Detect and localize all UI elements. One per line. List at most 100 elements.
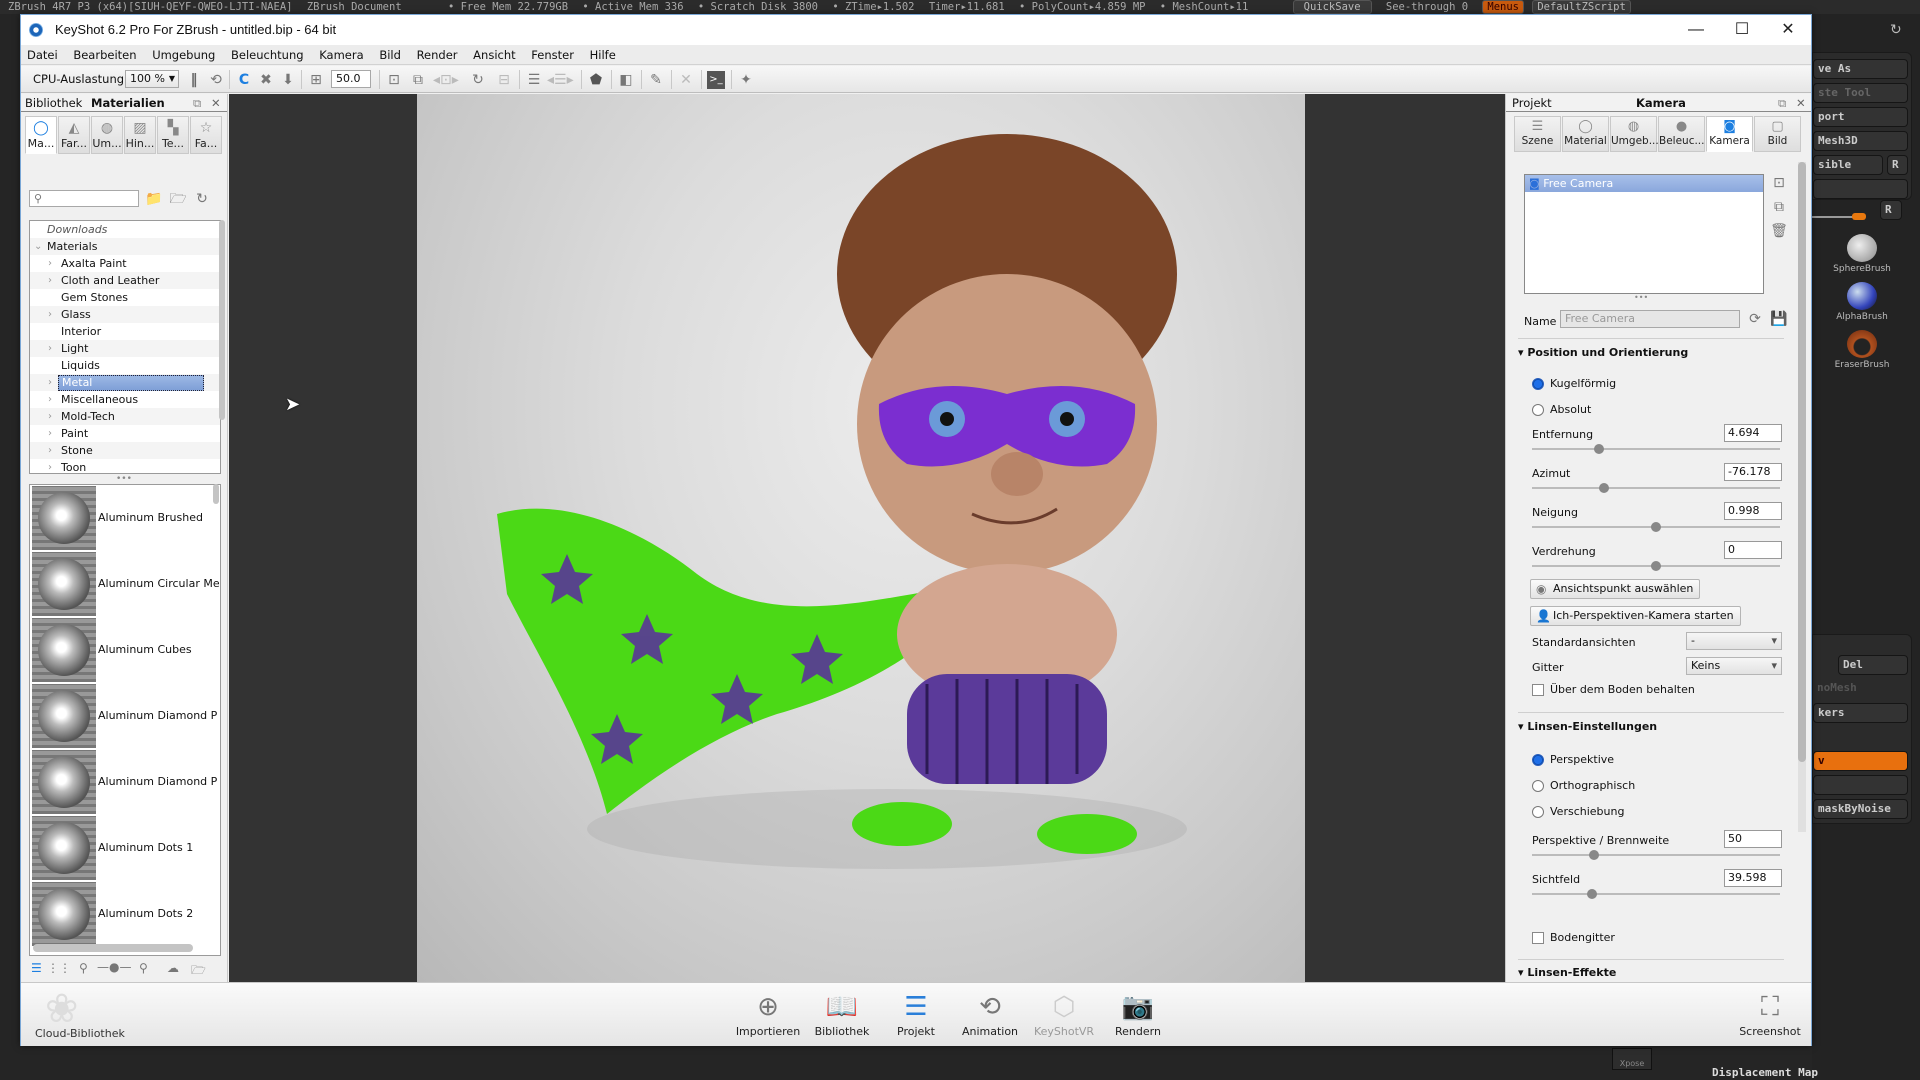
sync-icon[interactable]: ⟳ xyxy=(1746,310,1764,328)
zbrush-slider[interactable] xyxy=(1812,213,1866,220)
camera-name-input[interactable]: Free Camera xyxy=(1560,310,1740,328)
param-slider[interactable] xyxy=(1532,483,1780,493)
menus-button[interactable]: Menus xyxy=(1482,0,1524,14)
zoom-out-icon[interactable]: ⚲ xyxy=(79,961,88,975)
expand-arrow-icon[interactable]: › xyxy=(48,442,58,459)
material-item[interactable]: Aluminum Dots 1 xyxy=(30,815,220,881)
tree-item[interactable]: Gem Stones xyxy=(30,289,220,306)
xpose-button[interactable]: Xpose xyxy=(1612,1048,1652,1070)
see-through-slider[interactable]: See-through 0 xyxy=(1386,1,1468,13)
export-folder-icon[interactable]: 🗁 xyxy=(191,961,206,982)
radio-perspective[interactable] xyxy=(1532,754,1544,766)
reset-camera-icon[interactable]: ↻ xyxy=(469,71,487,89)
param-value-input[interactable]: 0.998 xyxy=(1724,502,1782,520)
slider-knob[interactable] xyxy=(1593,444,1604,454)
menu-datei[interactable]: Datei xyxy=(27,48,58,62)
default-zscript-button[interactable]: DefaultZScript xyxy=(1532,0,1631,14)
maximize-button[interactable]: ☐ xyxy=(1719,15,1765,45)
tree-item[interactable]: › Axalta Paint xyxy=(30,255,220,272)
duplicate-camera-icon[interactable]: ⧉ xyxy=(1770,198,1788,216)
menu-bild[interactable]: Bild xyxy=(379,48,401,62)
bibliothek-button[interactable]: 📖 Bibliothek xyxy=(807,989,877,1038)
close-button[interactable]: ✕ xyxy=(1765,15,1811,45)
expand-arrow-icon[interactable]: › xyxy=(48,340,58,357)
tab-kamera-header[interactable]: Kamera xyxy=(1636,94,1686,112)
param-value-input[interactable]: -76.178 xyxy=(1724,463,1782,481)
tree-scrollbar[interactable] xyxy=(219,220,225,420)
slider-knob[interactable] xyxy=(1651,561,1661,571)
thumbnails-scrollbar[interactable] xyxy=(33,944,193,952)
expand-arrow-icon[interactable]: › xyxy=(48,459,58,473)
tab-szene[interactable]: ☰ Szene xyxy=(1514,116,1561,152)
refresh-icon[interactable]: C xyxy=(235,71,253,89)
radio-shift[interactable] xyxy=(1532,806,1544,818)
tree-item[interactable]: ⌄ Materials xyxy=(30,238,220,255)
alpha-brush[interactable]: AlphaBrush xyxy=(1812,282,1912,322)
menu-bearbeiten[interactable]: Bearbeiten xyxy=(73,48,136,62)
importieren-button[interactable]: ⊕ Importieren xyxy=(733,989,803,1038)
category-tab-backplates[interactable]: ▨ Hin... xyxy=(124,116,156,154)
splitter-handle[interactable]: ••• xyxy=(116,474,132,484)
category-tab-favorites[interactable]: ☆ Fa... xyxy=(190,116,222,154)
tree-item[interactable]: › Paint xyxy=(30,425,220,442)
section-lens-settings[interactable]: ▾ Linsen-Einstellungen xyxy=(1518,720,1657,733)
panel-close-icon[interactable]: ✕ xyxy=(211,94,221,112)
zbrush-empty-button-2[interactable] xyxy=(1813,775,1908,795)
param-slider[interactable] xyxy=(1532,444,1780,454)
undock-icon[interactable]: ⧉ xyxy=(193,94,201,112)
minimize-button[interactable]: — xyxy=(1673,15,1719,45)
tree-item[interactable]: › Toon xyxy=(30,459,220,473)
tree-item[interactable]: Downloads xyxy=(30,221,220,238)
zbrush-empty-button[interactable] xyxy=(1813,179,1908,199)
eraser-brush[interactable]: EraserBrush xyxy=(1812,330,1912,370)
param-value-input[interactable]: 0 xyxy=(1724,541,1782,559)
slider-knob[interactable] xyxy=(1598,483,1609,493)
tree-item[interactable]: › Light xyxy=(30,340,220,357)
add-camera-icon[interactable]: ⊡ xyxy=(385,71,403,89)
zbrush-active-dropdown[interactable]: v xyxy=(1813,751,1908,771)
render-viewport[interactable]: ➤ xyxy=(229,94,1525,982)
import-folder-icon[interactable]: 🗁 xyxy=(169,190,187,208)
tree-item[interactable]: › Stone xyxy=(30,442,220,459)
slider-knob[interactable] xyxy=(1651,522,1661,532)
radio-spherical[interactable] xyxy=(1532,378,1544,390)
expand-arrow-icon[interactable]: › xyxy=(48,425,58,442)
drop-to-ground-icon[interactable]: ⬇ xyxy=(279,71,297,89)
tree-item[interactable]: › Glass xyxy=(30,306,220,323)
tree-item[interactable]: Liquids xyxy=(30,357,220,374)
menu-umgebung[interactable]: Umgebung xyxy=(152,48,215,62)
zbrush-del-button[interactable]: Del xyxy=(1838,655,1908,675)
cloud-library-button[interactable]: ❀ Cloud-Bibliothek xyxy=(35,985,135,1045)
expand-arrow-icon[interactable]: › xyxy=(48,272,58,289)
grid-view-icon[interactable]: ⋮⋮ xyxy=(47,961,71,975)
displacement-map-label[interactable]: Displacement Map xyxy=(1712,1066,1818,1079)
menu-kamera[interactable]: Kamera xyxy=(319,48,363,62)
zbrush-r-button[interactable]: R xyxy=(1887,155,1908,175)
rendern-button[interactable]: 📷 Rendern xyxy=(1103,989,1173,1038)
tree-item[interactable]: › Mold-Tech xyxy=(30,408,220,425)
material-item[interactable]: Aluminum Diamond P xyxy=(30,683,220,749)
projekt-button[interactable]: ☰ Projekt xyxy=(881,989,951,1038)
zoom-in-icon[interactable]: ⚲ xyxy=(139,961,148,975)
section-position-orientation[interactable]: ▾ Position und Orientierung xyxy=(1518,346,1688,359)
tab-material[interactable]: ◯ Material xyxy=(1562,116,1609,152)
expand-arrow-icon[interactable]: › xyxy=(48,255,58,272)
add-camera-icon[interactable]: ⊡ xyxy=(1770,174,1788,192)
zbrush-mesh3d-button[interactable]: Mesh3D xyxy=(1813,131,1908,151)
param-slider[interactable] xyxy=(1532,850,1780,860)
tab-projekt[interactable]: Projekt xyxy=(1512,94,1552,112)
keep-above-ground-checkbox[interactable] xyxy=(1532,684,1544,696)
param-value-input[interactable]: 50 xyxy=(1724,830,1782,848)
tab-beleuchtung[interactable]: ● Beleuc... xyxy=(1658,116,1705,152)
zbrush-r-button-2[interactable]: R xyxy=(1880,200,1902,220)
list-splitter[interactable]: ••• xyxy=(1634,293,1648,302)
panel-icon[interactable]: ◧ xyxy=(617,71,635,89)
tab-umgebung[interactable]: ◍ Umgeb... xyxy=(1610,116,1659,152)
scripting-console-icon[interactable]: >_ xyxy=(707,71,725,89)
rotate-icon[interactable]: ↻ xyxy=(1890,22,1902,38)
studio-add-icon[interactable]: ☰ xyxy=(525,71,543,89)
tree-item[interactable]: › Miscellaneous xyxy=(30,391,220,408)
library-search-input[interactable]: ⚲ xyxy=(29,190,139,207)
render-image[interactable] xyxy=(417,94,1305,982)
zbrush-mask-by-noise-button[interactable]: maskByNoise xyxy=(1813,799,1908,819)
